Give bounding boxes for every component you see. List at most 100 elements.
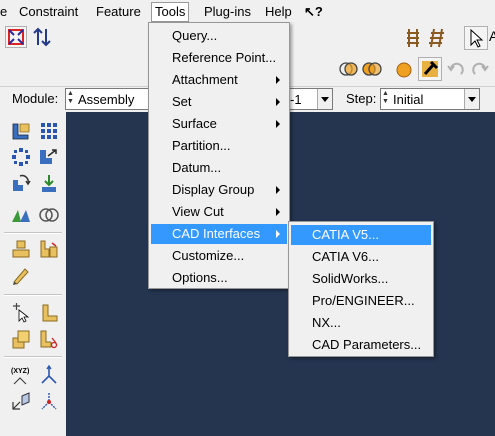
constraint-coincident-button[interactable] xyxy=(38,238,60,260)
tools-menu-partition[interactable]: Partition... xyxy=(151,136,287,156)
cad-menu-catia-v6[interactable]: CATIA V6... xyxy=(291,247,431,267)
radial-pattern-button[interactable] xyxy=(10,146,32,168)
menu-item-label: Datum... xyxy=(172,160,222,175)
swap-view-button[interactable] xyxy=(31,26,53,48)
cad-menu-pro-engineer[interactable]: Pro/ENGINEER... xyxy=(291,291,431,311)
translate-to-button[interactable] xyxy=(38,172,60,194)
boolean-circles-icon xyxy=(339,62,382,76)
menu-item-label: Surface xyxy=(172,116,217,131)
menu-constraint[interactable]: Constraint xyxy=(19,3,78,21)
menu-item-label: NX... xyxy=(312,315,341,330)
datum-axis-button[interactable] xyxy=(38,364,60,386)
constraint-pencil-button[interactable] xyxy=(10,264,32,286)
tools-menu-datum[interactable]: Datum... xyxy=(151,158,287,178)
radial-pattern-icon xyxy=(12,148,30,166)
hammer-button[interactable] xyxy=(418,57,442,81)
menu-item-label: Pro/ENGINEER... xyxy=(312,293,415,308)
up-down-arrows-icon xyxy=(33,27,51,47)
tools-menu-set[interactable]: Set xyxy=(151,92,287,112)
cad-menu-nx[interactable]: NX... xyxy=(291,313,431,333)
instance-part-icon xyxy=(12,123,30,140)
overlap-circles-button[interactable] xyxy=(38,204,60,226)
chevron-down-icon xyxy=(317,89,332,109)
datum-plane-button[interactable] xyxy=(10,390,32,412)
tools-menu: Query... Reference Point... Attachment S… xyxy=(148,22,290,289)
sphere-button[interactable] xyxy=(394,60,414,80)
constraint-scissor-button[interactable] xyxy=(38,328,60,350)
translate-to-icon xyxy=(42,175,56,192)
constraint-stack-button[interactable] xyxy=(10,328,32,350)
undo-button[interactable] xyxy=(446,60,466,80)
submenu-arrow-icon xyxy=(276,186,280,194)
cad-menu-catia-v5[interactable]: CATIA V5... xyxy=(291,225,431,245)
menu-plugins[interactable]: Plug-ins xyxy=(204,3,251,21)
menu-item-label: Query... xyxy=(172,28,218,43)
instance-part-button[interactable] xyxy=(10,120,32,142)
menu-feature[interactable]: Feature xyxy=(96,3,141,21)
context-help-button[interactable]: ↖? xyxy=(304,3,323,21)
cad-menu-solidworks[interactable]: SolidWorks... xyxy=(291,269,431,289)
redo-button[interactable] xyxy=(470,60,490,80)
merge-cut-button[interactable] xyxy=(10,204,32,226)
menu-item-label: CAD Interfaces xyxy=(172,226,261,241)
submenu-arrow-icon xyxy=(276,230,280,238)
datum-point-button[interactable] xyxy=(38,390,60,412)
tools-menu-customize[interactable]: Customize... xyxy=(151,246,287,266)
menu-edit-partial[interactable]: e xyxy=(0,3,7,21)
constraint-parallel-button[interactable] xyxy=(10,238,32,260)
menu-item-label: Reference Point... xyxy=(172,50,277,65)
module-label: Module: xyxy=(12,91,59,106)
rail-skew-icon xyxy=(429,28,444,48)
menu-item-label: View Cut xyxy=(172,204,224,219)
submenu-arrow-icon xyxy=(276,76,280,84)
cad-menu-cad-parameters[interactable]: CAD Parameters... xyxy=(291,335,431,355)
constraint-edge-button[interactable] xyxy=(38,302,60,324)
track-icon-1[interactable] xyxy=(404,28,422,48)
xyz-label: (XYZ) xyxy=(11,368,29,375)
step-select[interactable]: ▲ ▼ Initial xyxy=(380,88,480,110)
submenu-arrow-icon xyxy=(276,208,280,216)
menu-help[interactable]: Help xyxy=(265,3,292,21)
translate-instance-button[interactable] xyxy=(38,146,60,168)
rotate-instance-button[interactable] xyxy=(10,172,32,194)
constraint-corner-icon xyxy=(42,304,58,322)
toolbox-divider xyxy=(4,356,62,358)
menu-item-label: Attachment xyxy=(172,72,238,87)
submenu-arrow-icon xyxy=(276,120,280,128)
hammer-icon xyxy=(422,60,439,77)
datum-axes-icon xyxy=(41,364,57,384)
csys-button[interactable]: (XYZ) xyxy=(10,364,32,386)
tools-menu-view-cut[interactable]: View Cut xyxy=(151,202,287,222)
select-point-button[interactable] xyxy=(10,302,32,324)
tools-menu-cad-interfaces[interactable]: CAD Interfaces xyxy=(151,224,287,244)
toolbox-divider xyxy=(4,232,62,234)
tools-menu-display-group[interactable]: Display Group xyxy=(151,180,287,200)
overlap-circles-icon xyxy=(39,208,59,222)
module-select[interactable]: ▲ ▼ Assembly xyxy=(65,88,155,110)
model-value: -1 xyxy=(290,92,302,107)
toolbox-divider xyxy=(4,294,62,296)
boolean-ops-group xyxy=(338,58,390,80)
select-pointer-button[interactable] xyxy=(464,26,488,50)
menu-tools[interactable]: Tools xyxy=(151,2,190,22)
menu-item-label: CAD Parameters... xyxy=(312,337,422,352)
fit-view-button[interactable] xyxy=(5,26,27,48)
scissor-icon xyxy=(40,330,58,349)
tools-menu-reference-point[interactable]: Reference Point... xyxy=(151,48,287,68)
model-select[interactable]: -1 xyxy=(289,88,333,110)
pencil-icon xyxy=(13,268,29,285)
tools-menu-query[interactable]: Query... xyxy=(151,26,287,46)
undo-icon xyxy=(447,62,464,75)
fit-view-icon xyxy=(8,29,24,45)
module-value: Assembly xyxy=(78,92,135,107)
partial-button[interactable]: A xyxy=(489,28,495,48)
track-icon-2[interactable] xyxy=(428,28,446,48)
spin-arrows-icon: ▲ ▼ xyxy=(67,90,74,105)
tools-menu-surface[interactable]: Surface xyxy=(151,114,287,134)
tools-menu-attachment[interactable]: Attachment xyxy=(151,70,287,90)
linear-pattern-button[interactable] xyxy=(38,120,60,142)
tools-menu-options[interactable]: Options... xyxy=(151,268,287,288)
orange-sphere-icon xyxy=(396,62,412,78)
pointer-icon xyxy=(470,28,484,48)
menu-item-label: CATIA V5... xyxy=(312,227,379,242)
